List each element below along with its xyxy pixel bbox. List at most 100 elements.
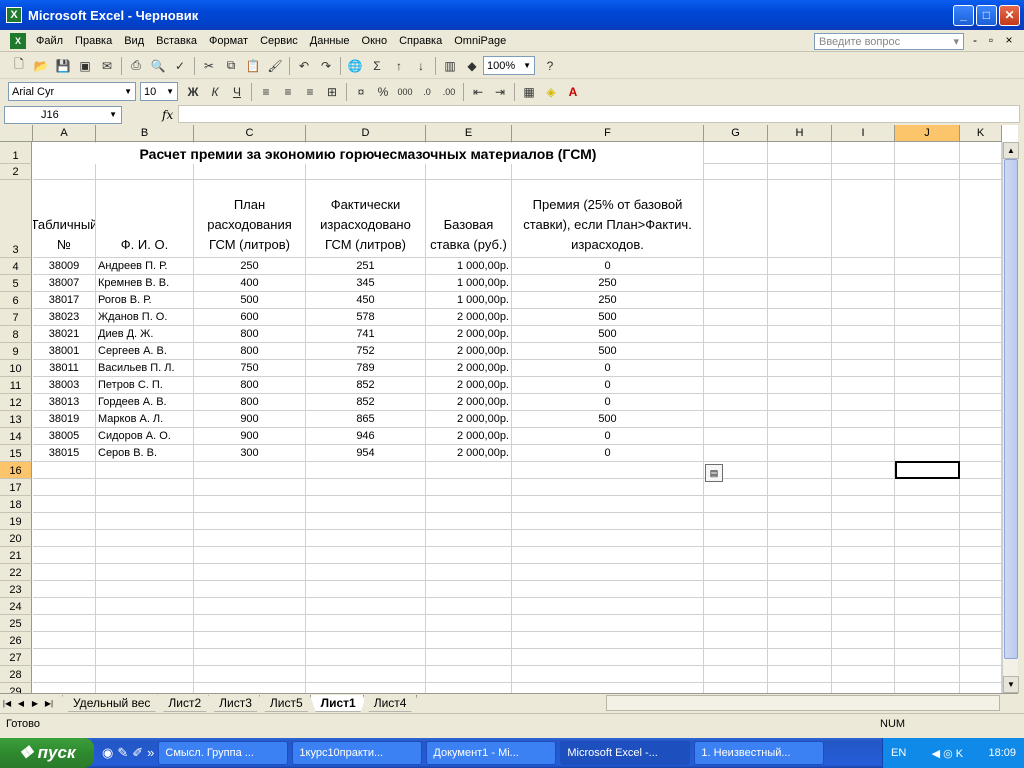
cell[interactable] — [194, 513, 306, 530]
cell[interactable] — [512, 462, 704, 479]
data-cell[interactable]: Жданов П. О. — [96, 309, 194, 326]
cell[interactable] — [33, 632, 96, 649]
cell[interactable] — [768, 496, 832, 513]
cell[interactable] — [512, 632, 704, 649]
cell[interactable] — [512, 547, 704, 564]
cell[interactable] — [512, 164, 704, 180]
menu-help[interactable]: Справка — [393, 30, 448, 51]
cell[interactable] — [426, 683, 512, 693]
row-header[interactable]: 3 — [0, 180, 32, 258]
cell[interactable] — [33, 666, 96, 683]
cell[interactable] — [96, 598, 194, 615]
cell[interactable] — [960, 445, 1002, 462]
cell[interactable] — [704, 164, 768, 180]
percent-icon[interactable]: % — [372, 81, 394, 103]
cell[interactable] — [194, 530, 306, 547]
cell[interactable] — [512, 615, 704, 632]
cell[interactable] — [832, 530, 895, 547]
cell[interactable] — [704, 445, 768, 462]
data-cell[interactable]: 2 000,00р. — [426, 428, 512, 445]
cell[interactable] — [426, 564, 512, 581]
sort-desc-icon[interactable]: ↓ — [410, 55, 432, 77]
cell[interactable] — [895, 258, 960, 275]
cell[interactable] — [895, 513, 960, 530]
cell[interactable] — [306, 479, 426, 496]
cell[interactable] — [194, 649, 306, 666]
column-header-d[interactable]: D — [306, 125, 426, 142]
cell[interactable] — [194, 479, 306, 496]
cell[interactable] — [194, 164, 306, 180]
menu-edit[interactable]: Правка — [69, 30, 118, 51]
fill-color-icon[interactable]: ◈ — [540, 81, 562, 103]
cell[interactable] — [832, 428, 895, 445]
cell[interactable] — [895, 394, 960, 411]
fx-icon[interactable]: fx — [162, 108, 173, 122]
cell[interactable] — [704, 547, 768, 564]
cell[interactable] — [704, 581, 768, 598]
cell[interactable] — [194, 632, 306, 649]
increase-decimal-icon[interactable]: .0 — [416, 81, 438, 103]
data-cell[interactable]: 38011 — [33, 360, 96, 377]
cell[interactable] — [768, 445, 832, 462]
cut-icon[interactable]: ✂ — [198, 55, 220, 77]
data-cell[interactable]: 38013 — [33, 394, 96, 411]
cell[interactable] — [704, 309, 768, 326]
cell[interactable] — [895, 292, 960, 309]
data-cell[interactable]: 38015 — [33, 445, 96, 462]
cell[interactable] — [96, 666, 194, 683]
data-cell[interactable]: 500 — [512, 411, 704, 428]
cell[interactable] — [96, 496, 194, 513]
data-cell[interactable]: 946 — [306, 428, 426, 445]
data-cell[interactable]: 250 — [512, 275, 704, 292]
data-cell[interactable]: Васильев П. Л. — [96, 360, 194, 377]
cell[interactable] — [33, 496, 96, 513]
menu-data[interactable]: Данные — [304, 30, 356, 51]
cell[interactable] — [96, 547, 194, 564]
cell[interactable] — [194, 581, 306, 598]
tab-list3[interactable]: Лист3 — [208, 695, 263, 712]
spelling-icon[interactable]: ✓ — [169, 55, 191, 77]
cell[interactable] — [512, 530, 704, 547]
cell[interactable] — [895, 564, 960, 581]
column-header-f[interactable]: F — [512, 125, 704, 142]
app-icon[interactable]: ✎ — [117, 745, 128, 761]
cell[interactable] — [768, 180, 832, 258]
decrease-indent-icon[interactable]: ⇤ — [467, 81, 489, 103]
column-header-e[interactable]: E — [426, 125, 512, 142]
scroll-thumb[interactable] — [1004, 159, 1018, 659]
data-cell[interactable]: 38003 — [33, 377, 96, 394]
cell[interactable] — [768, 428, 832, 445]
cell[interactable] — [306, 649, 426, 666]
row-header[interactable]: 26 — [0, 632, 32, 649]
cell[interactable] — [194, 598, 306, 615]
cell[interactable] — [960, 615, 1002, 632]
data-cell[interactable]: 500 — [194, 292, 306, 309]
cell[interactable] — [768, 632, 832, 649]
cell[interactable] — [704, 377, 768, 394]
row-header[interactable]: 25 — [0, 615, 32, 632]
task-item[interactable]: Документ1 - Mi... — [426, 741, 557, 765]
data-cell[interactable]: 38019 — [33, 411, 96, 428]
maximize-button[interactable]: □ — [976, 4, 997, 26]
cell[interactable] — [960, 180, 1002, 258]
data-cell[interactable]: 2 000,00р. — [426, 360, 512, 377]
cell[interactable] — [960, 428, 1002, 445]
last-sheet-icon[interactable]: ▶| — [42, 699, 56, 708]
cell[interactable] — [512, 666, 704, 683]
chevron-down-icon[interactable]: ▼ — [109, 110, 117, 119]
cell[interactable] — [960, 479, 1002, 496]
tab-list1[interactable]: Лист1 — [310, 695, 367, 712]
row-header[interactable]: 8 — [0, 326, 32, 343]
row-header[interactable]: 2 — [0, 164, 32, 180]
data-cell[interactable]: Гордеев А. В. — [96, 394, 194, 411]
browser-icon[interactable]: ◉ — [102, 745, 113, 761]
first-sheet-icon[interactable]: |◀ — [0, 699, 14, 708]
start-button[interactable]: ❖ пуск — [0, 738, 94, 768]
row-header[interactable]: 27 — [0, 649, 32, 666]
cell[interactable] — [768, 142, 832, 164]
cell[interactable] — [960, 377, 1002, 394]
cell[interactable] — [832, 496, 895, 513]
cell[interactable] — [704, 343, 768, 360]
cell[interactable] — [306, 547, 426, 564]
cell[interactable] — [895, 360, 960, 377]
